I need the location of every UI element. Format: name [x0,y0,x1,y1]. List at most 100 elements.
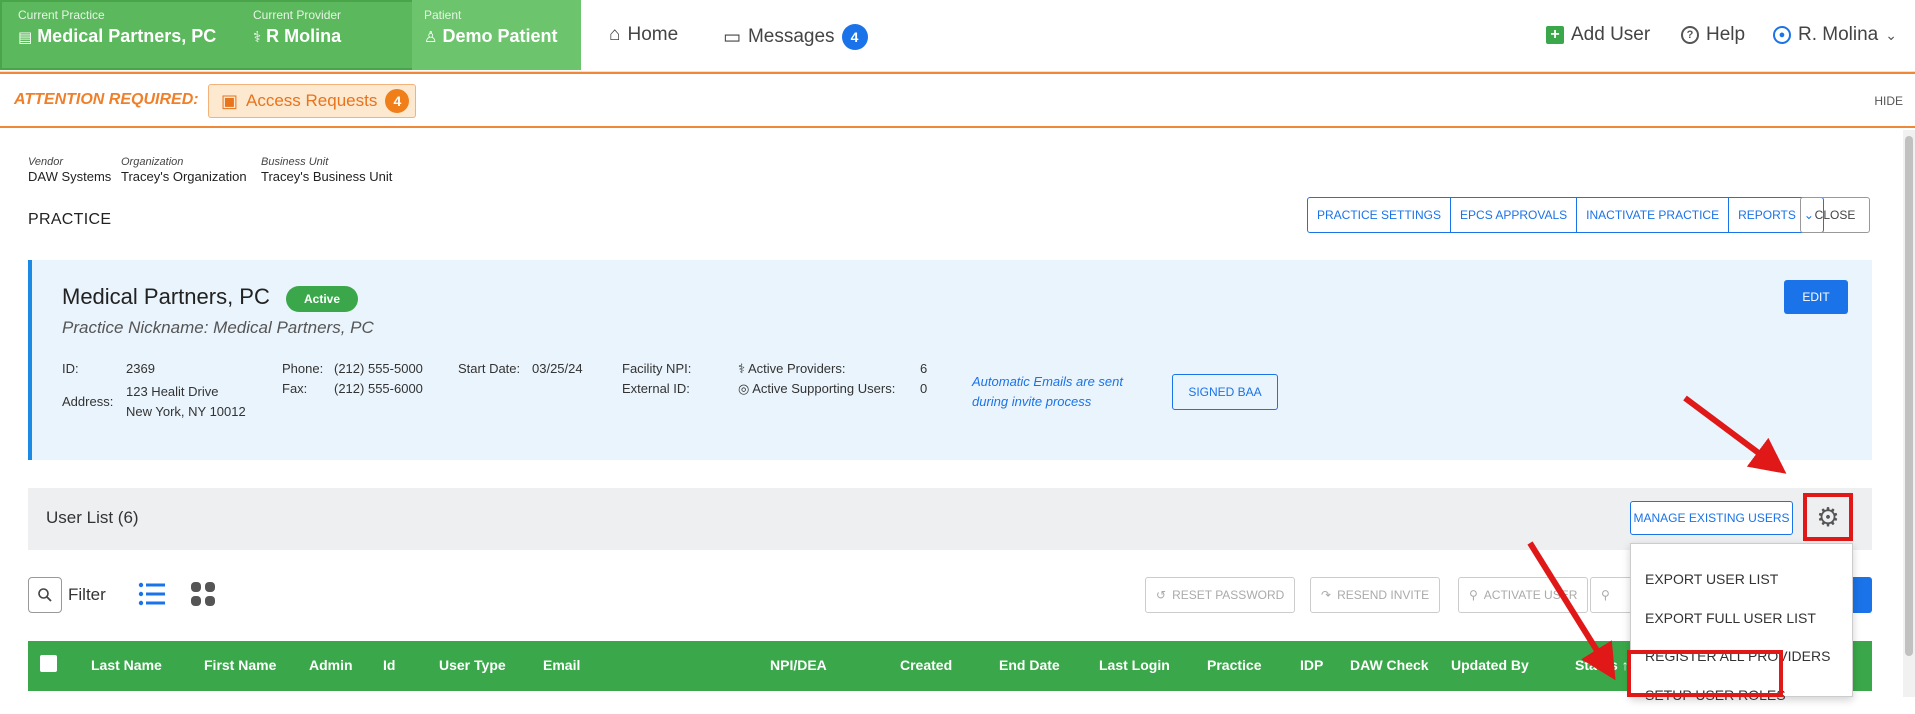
search-icon [38,588,52,602]
settings-button[interactable]: ⚙ [1803,493,1853,541]
address-label: Address: [62,394,114,409]
reset-password-button[interactable]: ↺ RESET PASSWORD [1145,577,1296,613]
column-npi-dea[interactable]: NPI/DEA [770,657,827,673]
table-row[interactable] [28,691,1872,697]
breadcrumb-org-label: Organization [121,156,184,168]
filter-button[interactable] [28,577,62,613]
add-user-button[interactable]: + Add User [1546,24,1650,46]
nav-messages[interactable]: ▭ Messages 4 [723,24,868,50]
column-last-name[interactable]: Last Name [91,657,162,673]
access-requests-badge: 4 [385,89,410,113]
support-value: 0 [920,381,928,396]
current-patient[interactable]: Patient ♙ Demo Patient [424,8,557,47]
providers-label: Active Providers: [747,361,846,376]
start-date-value: 03/25/24 [532,361,583,376]
start-date-label: Start Date: [458,361,521,376]
share-icon: ↷ [1321,588,1332,602]
user-menu[interactable]: ● R. Molina ⌄ [1773,24,1897,46]
reset-password-label: RESET PASSWORD [1172,588,1285,602]
messages-count-badge: 4 [841,24,868,50]
practice-name: Medical Partners, PC [62,284,270,309]
nav-home[interactable]: ⌂ Home [609,24,678,46]
facility-npi-label: Facility NPI: [622,361,692,376]
current-practice-label: Current Practice [18,8,105,22]
plus-icon: + [1546,26,1564,44]
breadcrumb-bu-label: Business Unit [261,156,329,168]
table-header: Last Name First Name Admin Id User Type … [28,641,1872,697]
column-first-name[interactable]: First Name [204,657,276,673]
add-user-label: Add User [1571,24,1651,45]
chat-icon: ▭ [723,26,741,48]
user-check-icon: ⚲ [1469,588,1478,602]
breadcrumb-org-value: Tracey's Organization [121,169,247,184]
practice-settings-button[interactable]: PRACTICE SETTINGS [1308,198,1452,232]
id-value: 2369 [126,361,155,376]
breadcrumb-business-unit[interactable]: Business Unit Tracey's Business Unit [261,156,392,186]
page-title: PRACTICE [28,211,112,228]
access-requests-button[interactable]: ▣ Access Requests 4 [208,84,416,118]
attention-label: ATTENTION REQUIRED: [14,91,199,108]
hide-link[interactable]: HIDE [1874,94,1903,108]
filter-label: Filter [68,585,106,604]
close-button[interactable]: CLOSE [1800,197,1870,233]
column-status[interactable]: Status ↑ [1575,657,1629,673]
external-id-label: External ID: [622,381,690,396]
phone-label: Phone: [282,361,324,376]
activate-user-button[interactable]: ⚲ ACTIVATE USER [1458,577,1588,613]
menu-export-full-user-list[interactable]: EXPORT FULL USER LIST [1631,599,1852,637]
user-icon: ⚲ [1601,588,1610,602]
column-user-type[interactable]: User Type [439,657,506,673]
breadcrumb-vendor-value: DAW Systems [28,169,112,184]
breadcrumb-organization[interactable]: Organization Tracey's Organization [121,156,247,186]
address-line2: New York, NY 10012 [126,404,246,419]
current-practice[interactable]: Current Practice ▤ Medical Partners, PC [18,8,216,47]
current-practice-value: Medical Partners, PC [37,26,217,46]
grid-view-icon[interactable] [190,581,216,607]
help-button[interactable]: ? Help [1681,24,1745,46]
providers-value: 6 [920,361,928,376]
help-label: Help [1706,24,1746,45]
user-list-header: User List (6) MANAGE EXISTING USERS ⚙ [28,488,1872,550]
column-end-date[interactable]: End Date [999,657,1060,673]
resend-invite-button[interactable]: ↷ RESEND INVITE [1310,577,1441,613]
support-stat: ◎ Active Supporting Users: [738,381,895,397]
access-requests-label: Access Requests [246,91,378,110]
manage-existing-users-button[interactable]: MANAGE EXISTING USERS [1630,501,1793,535]
practice-actions: PRACTICE SETTINGS EPCS APPROVALS INACTIV… [1307,197,1824,233]
practice-nickname: Practice Nickname: Medical Partners, PC [62,318,374,337]
support-label: Active Supporting Users: [752,381,896,396]
column-idp[interactable]: IDP [1300,657,1323,673]
current-provider-value: R Molina [266,26,342,46]
top-navbar: Current Practice ▤ Medical Partners, PC C… [0,0,1915,72]
nav-messages-label: Messages [747,26,835,47]
signed-baa-button[interactable]: SIGNED BAA [1172,374,1278,410]
nav-home-label: Home [627,24,679,45]
help-icon: ? [1681,26,1699,44]
edit-button[interactable]: EDIT [1784,280,1848,314]
column-updated-by[interactable]: Updated By [1451,657,1529,673]
list-view-icon[interactable] [138,580,166,608]
inactivate-practice-button[interactable]: INACTIVATE PRACTICE [1577,198,1730,232]
setup-user-roles-highlight [1627,650,1783,697]
column-email[interactable]: Email [543,657,580,673]
column-daw-check[interactable]: DAW Check [1350,657,1429,673]
lifebuoy-icon: ◎ [738,381,753,396]
menu-export-user-list[interactable]: EXPORT USER LIST [1631,560,1852,598]
home-icon: ⌂ [609,24,621,45]
column-admin[interactable]: Admin [309,657,353,673]
refresh-icon: ↺ [1156,588,1167,602]
select-all-checkbox[interactable] [40,655,57,672]
fax-value: (212) 555-6000 [334,381,423,396]
patient-value: Demo Patient [442,26,558,46]
providers-stat: ⚕ Active Providers: [738,361,845,377]
column-last-login[interactable]: Last Login [1099,657,1170,673]
scrollbar-thumb[interactable] [1905,136,1913,656]
status-badge: Active [286,286,359,312]
breadcrumb-vendor[interactable]: Vendor DAW Systems [28,156,111,186]
column-created[interactable]: Created [900,657,952,673]
current-provider[interactable]: Current Provider ⚕ R Molina [253,8,341,47]
column-practice[interactable]: Practice [1207,657,1261,673]
user-icon: ● [1773,26,1791,44]
epcs-approvals-button[interactable]: EPCS APPROVALS [1451,198,1578,232]
column-id[interactable]: Id [383,657,395,673]
